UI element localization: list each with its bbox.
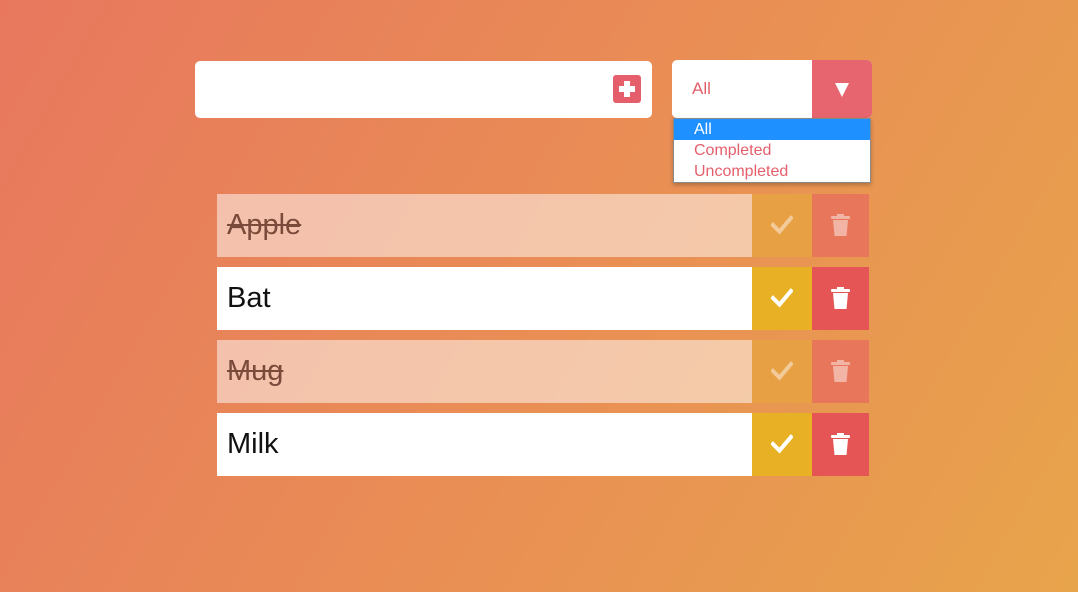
- todo-text-box: Apple: [217, 194, 752, 257]
- complete-button[interactable]: [752, 267, 812, 330]
- todo-text-box: Bat: [217, 267, 752, 330]
- todo-text: Bat: [227, 282, 271, 314]
- delete-button[interactable]: [812, 413, 869, 476]
- trash-icon: [831, 214, 850, 236]
- filter-select[interactable]: All: [672, 60, 872, 118]
- todo-text: Mug: [227, 355, 284, 387]
- todo-input-box: [195, 61, 652, 120]
- trash-icon: [831, 287, 850, 309]
- plus-icon-stroke: [624, 81, 630, 97]
- filter-dropdown-list: All Completed Uncompleted: [673, 118, 871, 183]
- filter-option-uncompleted[interactable]: Uncompleted: [674, 161, 870, 182]
- delete-button[interactable]: [812, 194, 869, 257]
- caret-down-icon: [835, 83, 849, 97]
- filter-dropdown-toggle[interactable]: [812, 60, 872, 118]
- todo-item: Apple: [217, 194, 869, 257]
- add-todo-button[interactable]: [613, 75, 641, 103]
- todo-item: Milk: [217, 413, 869, 476]
- check-icon: [771, 288, 793, 308]
- complete-button[interactable]: [752, 340, 812, 403]
- todo-text: Milk: [227, 428, 279, 460]
- todo-text-box: Mug: [217, 340, 752, 403]
- delete-button[interactable]: [812, 267, 869, 330]
- todo-item: Bat: [217, 267, 869, 330]
- todo-item: Mug: [217, 340, 869, 403]
- filter-option-completed[interactable]: Completed: [674, 140, 870, 161]
- todo-text: Apple: [227, 209, 302, 241]
- delete-button[interactable]: [812, 340, 869, 403]
- filter-option-all[interactable]: All: [674, 119, 870, 140]
- trash-icon: [831, 433, 850, 455]
- todo-input[interactable]: [209, 61, 603, 120]
- check-icon: [771, 361, 793, 381]
- complete-button[interactable]: [752, 194, 812, 257]
- complete-button[interactable]: [752, 413, 812, 476]
- trash-icon: [831, 360, 850, 382]
- check-icon: [771, 215, 793, 235]
- check-icon: [771, 434, 793, 454]
- filter-selected-value: All: [692, 79, 711, 98]
- todo-text-box: Milk: [217, 413, 752, 476]
